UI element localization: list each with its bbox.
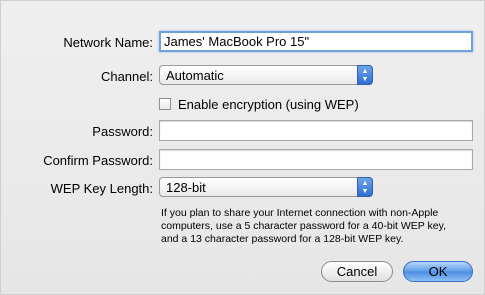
wep-key-length-label: WEP Key Length:	[50, 181, 153, 196]
password-field[interactable]	[159, 120, 473, 141]
ok-button[interactable]: OK	[403, 261, 473, 282]
channel-value: Automatic	[166, 68, 224, 83]
wep-key-length-value: 128-bit	[166, 180, 206, 195]
help-line: If you plan to share your Internet conne…	[161, 207, 439, 219]
popup-arrows-icon: ▲ ▼	[357, 177, 373, 197]
cancel-button[interactable]: Cancel	[321, 261, 393, 282]
confirm-password-label: Confirm Password:	[43, 153, 153, 168]
network-settings-dialog: Network Name: James' MacBook Pro 15" Cha…	[0, 0, 485, 295]
encryption-checkbox[interactable]	[159, 98, 171, 110]
channel-row: Channel: Automatic ▲ ▼	[1, 65, 485, 89]
confirm-password-row: Confirm Password:	[1, 149, 485, 173]
confirm-password-field[interactable]	[159, 149, 473, 170]
channel-label: Channel:	[100, 69, 153, 84]
wep-key-length-popup[interactable]: 128-bit ▲ ▼	[159, 177, 373, 197]
network-name-label: Network Name:	[63, 35, 153, 50]
wep-key-length-row: WEP Key Length: 128-bit ▲ ▼	[1, 177, 485, 201]
wep-help-text: If you plan to share your Internet conne…	[161, 207, 479, 246]
password-row: Password:	[1, 120, 485, 144]
channel-popup[interactable]: Automatic ▲ ▼	[159, 65, 373, 85]
popup-arrows-icon: ▲ ▼	[357, 65, 373, 85]
network-name-field[interactable]: James' MacBook Pro 15"	[159, 31, 473, 52]
network-name-row: Network Name: James' MacBook Pro 15"	[1, 31, 485, 55]
encryption-label: Enable encryption (using WEP)	[178, 97, 359, 112]
password-label: Password:	[92, 124, 153, 139]
help-line: and a 13 character password for a 128-bi…	[161, 233, 404, 245]
help-line: computers, use a 5 character password fo…	[161, 220, 446, 232]
